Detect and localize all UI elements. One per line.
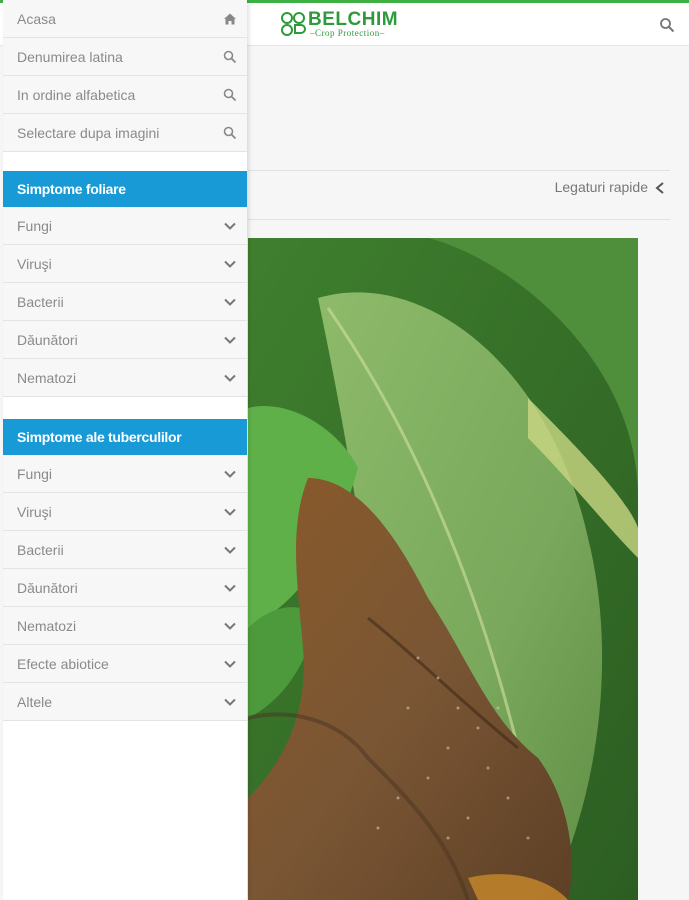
section-spacer [3,152,247,171]
nav-item-label: Acasa [17,11,56,27]
section-header-simptome-tuberculi: Simptome ale tuberculilor [3,419,247,455]
nav-item-selectare-imagini[interactable]: Selectare dupa imagini [3,114,247,152]
chevron-down-icon [224,508,236,516]
nav-item-label: Nematozi [17,370,77,386]
foliar-item-nematozi[interactable]: Nematozi [3,359,247,397]
nav-item-denumirea-latina[interactable]: Denumirea latina [3,38,247,76]
nav-item-label: Bacterii [17,542,64,558]
home-icon [224,13,236,25]
logo-subtext: –Crop Protection– [310,28,385,38]
chevron-down-icon [224,260,236,268]
nav-item-acasa[interactable]: Acasa [3,0,247,38]
nav-item-label: Fungi [17,218,53,234]
tuber-item-efecte-abiotice[interactable]: Efecte abiotice [3,645,247,683]
section-header-simptome-foliare: Simptome foliare [3,171,247,207]
nav-item-label: Dăunători [17,332,78,348]
logo-subtext-label: Crop Protection [315,28,380,38]
search-icon [223,126,237,140]
nav-item-label: Selectare dupa imagini [17,125,160,141]
belchim-logo-mark [281,12,306,36]
section-spacer [3,397,247,419]
foliar-item-virusi[interactable]: Viruşi [3,245,247,283]
side-drawer: Acasa Denumirea latina In ordine alfabet… [3,0,247,900]
nav-item-label: Nematozi [17,618,77,634]
nav-item-ordine-alfabetica[interactable]: In ordine alfabetica [3,76,247,114]
chevron-down-icon [224,584,236,592]
chevron-down-icon [224,298,236,306]
chevron-down-icon [224,336,236,344]
chevron-left-icon[interactable] [654,181,666,195]
drawer-empty-space [3,721,247,881]
belchim-logo[interactable]: BELCHIM –Crop Protection– [280,9,420,43]
chevron-down-icon [224,546,236,554]
chevron-down-icon [224,222,236,230]
chevron-down-icon [224,660,236,668]
foliar-item-bacterii[interactable]: Bacterii [3,283,247,321]
foliar-item-daunatori[interactable]: Dăunători [3,321,247,359]
tuber-item-virusi[interactable]: Viruşi [3,493,247,531]
leaf-photo-illustration [248,238,638,900]
foliar-item-fungi[interactable]: Fungi [3,207,247,245]
nav-item-label: Bacterii [17,294,64,310]
nav-item-label: Denumirea latina [17,49,123,65]
search-icon[interactable] [659,17,675,33]
tuber-item-daunatori[interactable]: Dăunători [3,569,247,607]
tuber-item-fungi[interactable]: Fungi [3,455,247,493]
quick-links-label: Legaturi rapide [554,179,648,195]
nav-item-label: In ordine alfabetica [17,87,136,103]
chevron-down-icon [224,374,236,382]
chevron-down-icon [224,622,236,630]
section-title: Simptome foliare [17,181,126,197]
nav-item-label: Fungi [17,466,53,482]
nav-item-label: Altele [17,694,53,710]
nav-item-label: Viruşi [17,256,52,272]
nav-item-label: Viruşi [17,504,52,520]
section-title: Simptome ale tuberculilor [17,429,182,445]
tuber-item-altele[interactable]: Altele [3,683,247,721]
tuber-item-nematozi[interactable]: Nematozi [3,607,247,645]
chevron-down-icon [224,470,236,478]
nav-item-label: Efecte abiotice [17,656,109,672]
quick-links-bar[interactable]: Legaturi rapide [248,170,670,220]
nav-item-label: Dăunători [17,580,78,596]
search-icon [223,50,237,64]
search-icon [223,88,237,102]
tuber-item-bacterii[interactable]: Bacterii [3,531,247,569]
disease-photo [248,238,638,900]
chevron-down-icon [224,698,236,706]
